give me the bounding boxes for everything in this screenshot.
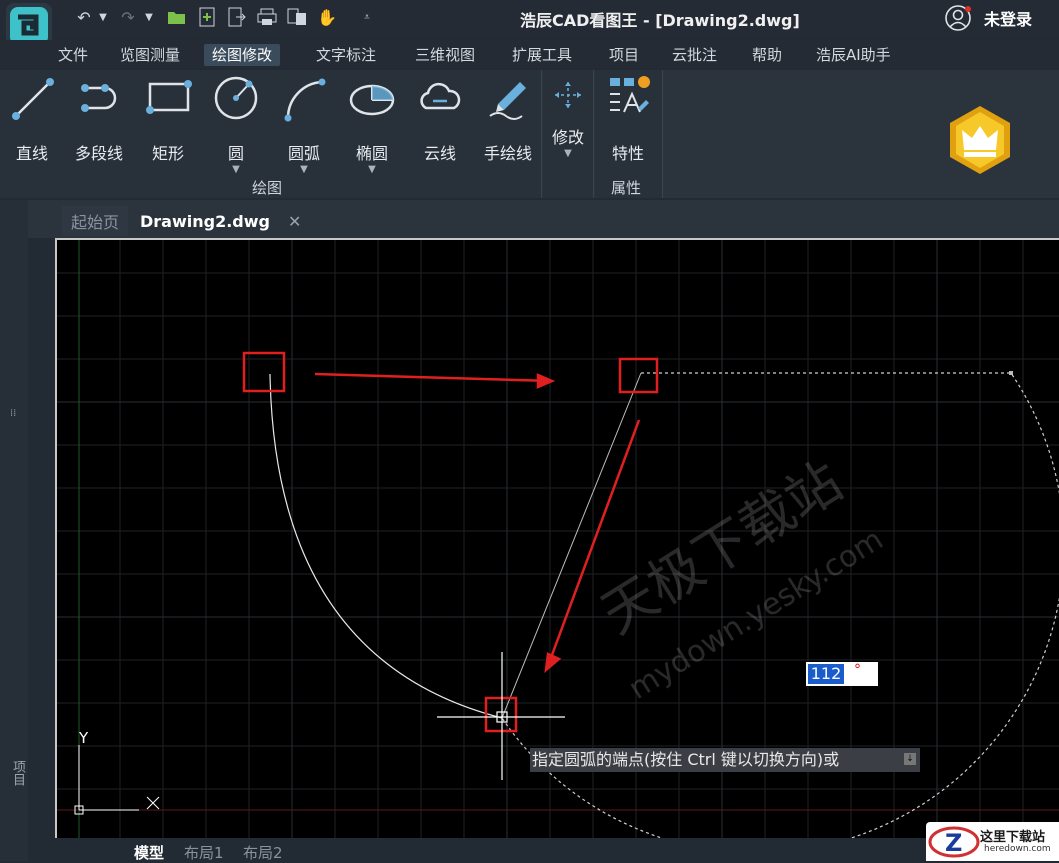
vip-crown-icon[interactable] — [944, 104, 1016, 176]
menu-help[interactable]: 帮助 — [752, 44, 782, 66]
arc-center-point — [1009, 371, 1013, 375]
tab-model[interactable]: 模型 — [134, 842, 164, 863]
rectangle-tool-button[interactable]: 矩形 — [137, 74, 199, 164]
undo-dropdown-icon[interactable]: ▼ — [96, 6, 110, 28]
line-tool-label: 直线 — [15, 144, 48, 163]
circle-tool-label: 圆 — [227, 144, 244, 163]
prompt-options-icon[interactable]: ↓ — [904, 753, 916, 765]
undo-icon[interactable]: ↶ — [74, 6, 94, 28]
tab-start-page-label: 起始页 — [70, 213, 119, 232]
modify-tool-button[interactable]: 修改 ▼ — [538, 74, 598, 159]
pan-hand-icon[interactable]: ✋ — [316, 6, 338, 28]
corner-watermark: Z 这里下载站 heredown.com — [926, 822, 1059, 861]
cloud-icon — [420, 82, 461, 110]
print-icon[interactable] — [256, 6, 278, 28]
heredown-logo-icon: Z — [928, 826, 980, 858]
modify-dropdown-icon[interactable]: ▼ — [538, 148, 598, 159]
annotation-marks — [242, 351, 659, 733]
tab-start-page[interactable]: 起始页 — [62, 206, 128, 236]
open-folder-icon[interactable] — [166, 6, 188, 28]
ucs-y-label: Y — [78, 729, 89, 747]
menu-project[interactable]: 项目 — [609, 44, 639, 66]
circle-dropdown-icon[interactable]: ▼ — [205, 164, 267, 175]
angle-input-value[interactable]: 112 — [808, 664, 844, 684]
properties-tool-button[interactable]: 特性 — [597, 74, 659, 164]
batch-print-icon[interactable] — [286, 6, 308, 28]
tab-drawing2-label: Drawing2.dwg — [140, 211, 270, 231]
user-avatar-icon — [945, 5, 971, 31]
freehand-tool-button[interactable]: 手绘线 — [477, 74, 539, 164]
circle-tool-button[interactable]: 圆 ▼ — [205, 74, 267, 175]
window-title: 浩辰CAD看图王 - [Drawing2.dwg] — [520, 11, 800, 30]
freehand-tool-label: 手绘线 — [483, 144, 532, 163]
properties-group-label: 属性 — [611, 179, 642, 197]
svg-text:Z: Z — [945, 829, 962, 857]
arc-tool-label: 圆弧 — [287, 144, 320, 163]
polyline-tool-label: 多段线 — [74, 144, 123, 163]
command-prompt-text: 指定圆弧的端点(按住 Ctrl 键以切换方向)或 — [532, 750, 840, 769]
corner-watermark-title: 这里下载站 — [980, 830, 1046, 845]
corner-watermark-url: heredown.com — [984, 844, 1051, 854]
menu-view-measure[interactable]: 览图测量 — [120, 44, 180, 66]
revision-cloud-tool-button[interactable]: 云线 — [409, 74, 471, 164]
rectangle-icon — [146, 80, 192, 114]
panel-grip-icon[interactable]: ⁞⁞ — [10, 408, 16, 419]
ellipse-icon — [349, 84, 395, 116]
command-prompt-tooltip: 指定圆弧的端点(按住 Ctrl 键以切换方向)或 ↓ — [530, 748, 920, 772]
arc-dropdown-icon[interactable]: ▼ — [273, 164, 335, 175]
pen-icon — [489, 82, 526, 120]
line-tool-button[interactable]: 直线 — [1, 74, 63, 164]
arc-icon — [284, 78, 326, 122]
tab-layout1[interactable]: 布局1 — [184, 842, 224, 863]
menu-3d-view[interactable]: 三维视图 — [415, 44, 475, 66]
new-file-icon[interactable] — [196, 6, 218, 28]
drawn-arc[interactable] — [269, 373, 503, 719]
redo-dropdown-icon[interactable]: ▼ — [142, 6, 156, 28]
move-icon — [555, 82, 581, 108]
menu-file[interactable]: 文件 — [58, 44, 88, 66]
cloud-tool-label: 云线 — [423, 144, 456, 163]
tab-layout2[interactable]: 布局2 — [243, 842, 283, 863]
circle-icon — [214, 76, 258, 120]
draw-group-label: 绘图 — [252, 179, 283, 197]
ellipse-tool-button[interactable]: 椭圆 ▼ — [341, 74, 403, 175]
ucs-icon — [74, 745, 160, 815]
modify-tool-label: 修改 — [551, 128, 584, 147]
menu-text-dimension[interactable]: 文字标注 — [316, 44, 376, 66]
rubber-band-line — [501, 372, 642, 719]
polyline-tool-button[interactable]: 多段线 — [68, 74, 130, 164]
login-button[interactable]: 未登录 — [944, 4, 1032, 32]
rectangle-tool-label: 矩形 — [151, 144, 184, 163]
angle-unit: ° — [854, 662, 861, 678]
project-panel-label: 项目 — [10, 760, 25, 786]
close-tab-icon[interactable]: ✕ — [288, 212, 301, 231]
ellipse-tool-label: 椭圆 — [355, 144, 388, 163]
polyline-icon — [81, 84, 117, 112]
menu-extension-tools[interactable]: 扩展工具 — [512, 44, 572, 66]
redo-icon[interactable]: ↷ — [118, 6, 138, 28]
angle-input[interactable]: 112 ° — [806, 662, 878, 686]
menu-draw-modify[interactable]: 绘图修改 — [204, 44, 281, 66]
customize-toolbar-icon[interactable]: ⩡ — [360, 6, 374, 28]
line-icon — [12, 78, 54, 120]
menu-cloud-annotation[interactable]: 云批注 — [672, 44, 717, 66]
menu-ai-assistant[interactable]: 浩辰AI助手 — [816, 44, 891, 66]
properties-icon — [610, 76, 650, 113]
properties-tool-label: 特性 — [611, 144, 644, 163]
ellipse-dropdown-icon[interactable]: ▼ — [341, 164, 403, 175]
login-label: 未登录 — [984, 10, 1033, 29]
tab-drawing2[interactable]: Drawing2.dwg ✕ — [130, 206, 301, 236]
project-side-panel[interactable]: ⁞⁞ 项目 — [0, 200, 28, 861]
export-icon[interactable] — [226, 6, 248, 28]
arc-tool-button[interactable]: 圆弧 ▼ — [273, 74, 335, 175]
